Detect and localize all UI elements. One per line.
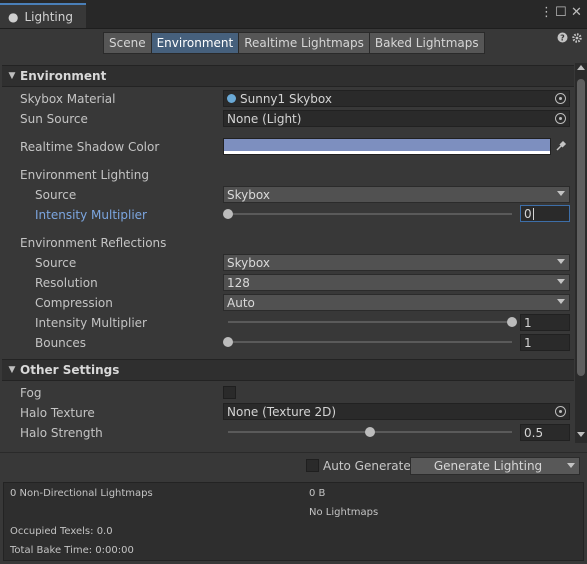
material-icon (227, 94, 236, 103)
environment-reflections-label: Environment Reflections (20, 236, 167, 250)
intensity-slider-knob[interactable] (223, 209, 233, 219)
realtime-shadow-color-label: Realtime Shadow Color (20, 140, 160, 154)
bounces-slider-knob[interactable] (223, 337, 233, 347)
tab-environment[interactable]: Environment (150, 32, 240, 54)
halo-strength-field[interactable]: 0.5 (520, 424, 570, 441)
other-settings-section-header[interactable]: ▼ Other Settings (2, 359, 574, 381)
object-picker-icon[interactable] (555, 113, 566, 124)
title-bar (0, 0, 587, 29)
section-title: Environment (20, 69, 107, 83)
object-picker-icon[interactable] (555, 406, 566, 417)
tab-lighting[interactable]: ● Lighting (0, 3, 86, 28)
mode-toolbar: Scene Environment Realtime Lightmaps Bak… (103, 32, 485, 54)
compression-dropdown[interactable]: Auto (223, 294, 570, 311)
scrollbar-thumb[interactable] (577, 79, 585, 376)
reflection-intensity-field[interactable]: 1 (520, 314, 570, 331)
halo-strength-value: 0.5 (524, 425, 544, 440)
settings-gear-icon[interactable] (571, 32, 583, 47)
lightmap-size: 0 B (309, 488, 326, 499)
chevron-down-icon (557, 299, 565, 304)
help-icon[interactable]: ? (557, 32, 568, 46)
more-options-icon[interactable]: ⋮ (540, 6, 553, 20)
chevron-down-icon (557, 259, 565, 264)
foldout-arrow-icon: ▼ (8, 71, 16, 81)
chevron-down-icon (557, 191, 565, 196)
object-picker-icon[interactable] (555, 93, 566, 104)
realtime-shadow-color-field[interactable] (223, 138, 551, 155)
sun-source-field[interactable]: None (Light) (223, 110, 570, 127)
halo-texture-field[interactable]: None (Texture 2D) (223, 403, 570, 420)
scroll-up-icon[interactable] (577, 65, 585, 70)
tab-scene[interactable]: Scene (103, 32, 152, 54)
fog-label: Fog (20, 386, 42, 400)
tab-realtime-lightmaps[interactable]: Realtime Lightmaps (238, 32, 370, 54)
maximize-icon[interactable]: ☐ (555, 6, 567, 20)
svg-text:?: ? (560, 34, 565, 43)
generate-lighting-label: Generate Lighting (433, 459, 543, 473)
skybox-material-value: Sunny1 Skybox (240, 91, 332, 106)
intensity-slider-track[interactable] (228, 213, 512, 215)
compression-label: Compression (35, 296, 113, 310)
lighting-source-dropdown[interactable]: Skybox (223, 186, 570, 203)
reflection-intensity-slider-track[interactable] (228, 321, 512, 323)
section-title: Other Settings (20, 363, 120, 377)
bounces-slider-track[interactable] (228, 341, 512, 343)
sun-source-label: Sun Source (20, 112, 88, 126)
close-icon[interactable]: ✕ (571, 6, 582, 20)
auto-generate-label: Auto Generate (323, 459, 411, 473)
halo-texture-label: Halo Texture (20, 406, 95, 420)
chevron-down-icon[interactable] (567, 463, 575, 468)
intensity-multiplier-label: Intensity Multiplier (35, 208, 147, 222)
reflection-intensity-label: Intensity Multiplier (35, 316, 147, 330)
text-cursor (532, 207, 534, 220)
resolution-value: 128 (227, 275, 250, 290)
occupied-texels: Occupied Texels: 0.0 (10, 526, 113, 537)
generate-lighting-button[interactable]: Generate Lighting (410, 457, 580, 475)
total-bake-time: Total Bake Time: 0:00:00 (10, 545, 134, 556)
reflection-intensity-slider-knob[interactable] (507, 317, 517, 327)
lightbulb-icon: ● (8, 9, 19, 24)
reflection-source-label: Source (35, 256, 77, 270)
foldout-arrow-icon: ▼ (8, 365, 16, 375)
skybox-material-label: Skybox Material (20, 92, 116, 106)
bounces-label: Bounces (35, 336, 87, 350)
lighting-source-value: Skybox (227, 187, 270, 202)
halo-texture-value: None (Texture 2D) (227, 404, 337, 419)
tab-label: Lighting (24, 9, 73, 24)
compression-value: Auto (227, 295, 255, 310)
resolution-dropdown[interactable]: 128 (223, 274, 570, 291)
reflection-source-dropdown[interactable]: Skybox (223, 254, 570, 271)
halo-strength-slider-knob[interactable] (365, 427, 375, 437)
bounces-field[interactable]: 1 (520, 334, 570, 351)
fog-checkbox[interactable] (223, 386, 236, 399)
chevron-down-icon (557, 279, 565, 284)
bounces-value: 1 (524, 335, 532, 350)
environment-section-header[interactable]: ▼ Environment (2, 65, 574, 87)
environment-lighting-label: Environment Lighting (20, 168, 149, 182)
scroll-down-icon[interactable] (577, 432, 585, 437)
tab-baked-lightmaps[interactable]: Baked Lightmaps (368, 32, 485, 54)
intensity-multiplier-field[interactable]: 0 (520, 205, 570, 222)
auto-generate-checkbox[interactable] (306, 459, 319, 472)
lightmap-count: 0 Non-Directional Lightmaps (10, 488, 153, 499)
resolution-label: Resolution (35, 276, 98, 290)
reflection-intensity-value: 1 (524, 315, 532, 330)
intensity-value: 0 (524, 206, 532, 221)
halo-strength-label: Halo Strength (20, 426, 103, 440)
sun-source-value: None (Light) (227, 111, 302, 126)
no-lightmaps-text: No Lightmaps (309, 507, 379, 518)
lighting-source-label: Source (35, 188, 77, 202)
reflection-source-value: Skybox (227, 255, 270, 270)
eyedropper-icon[interactable] (555, 139, 568, 155)
skybox-material-field[interactable]: Sunny1 Skybox (223, 90, 570, 107)
